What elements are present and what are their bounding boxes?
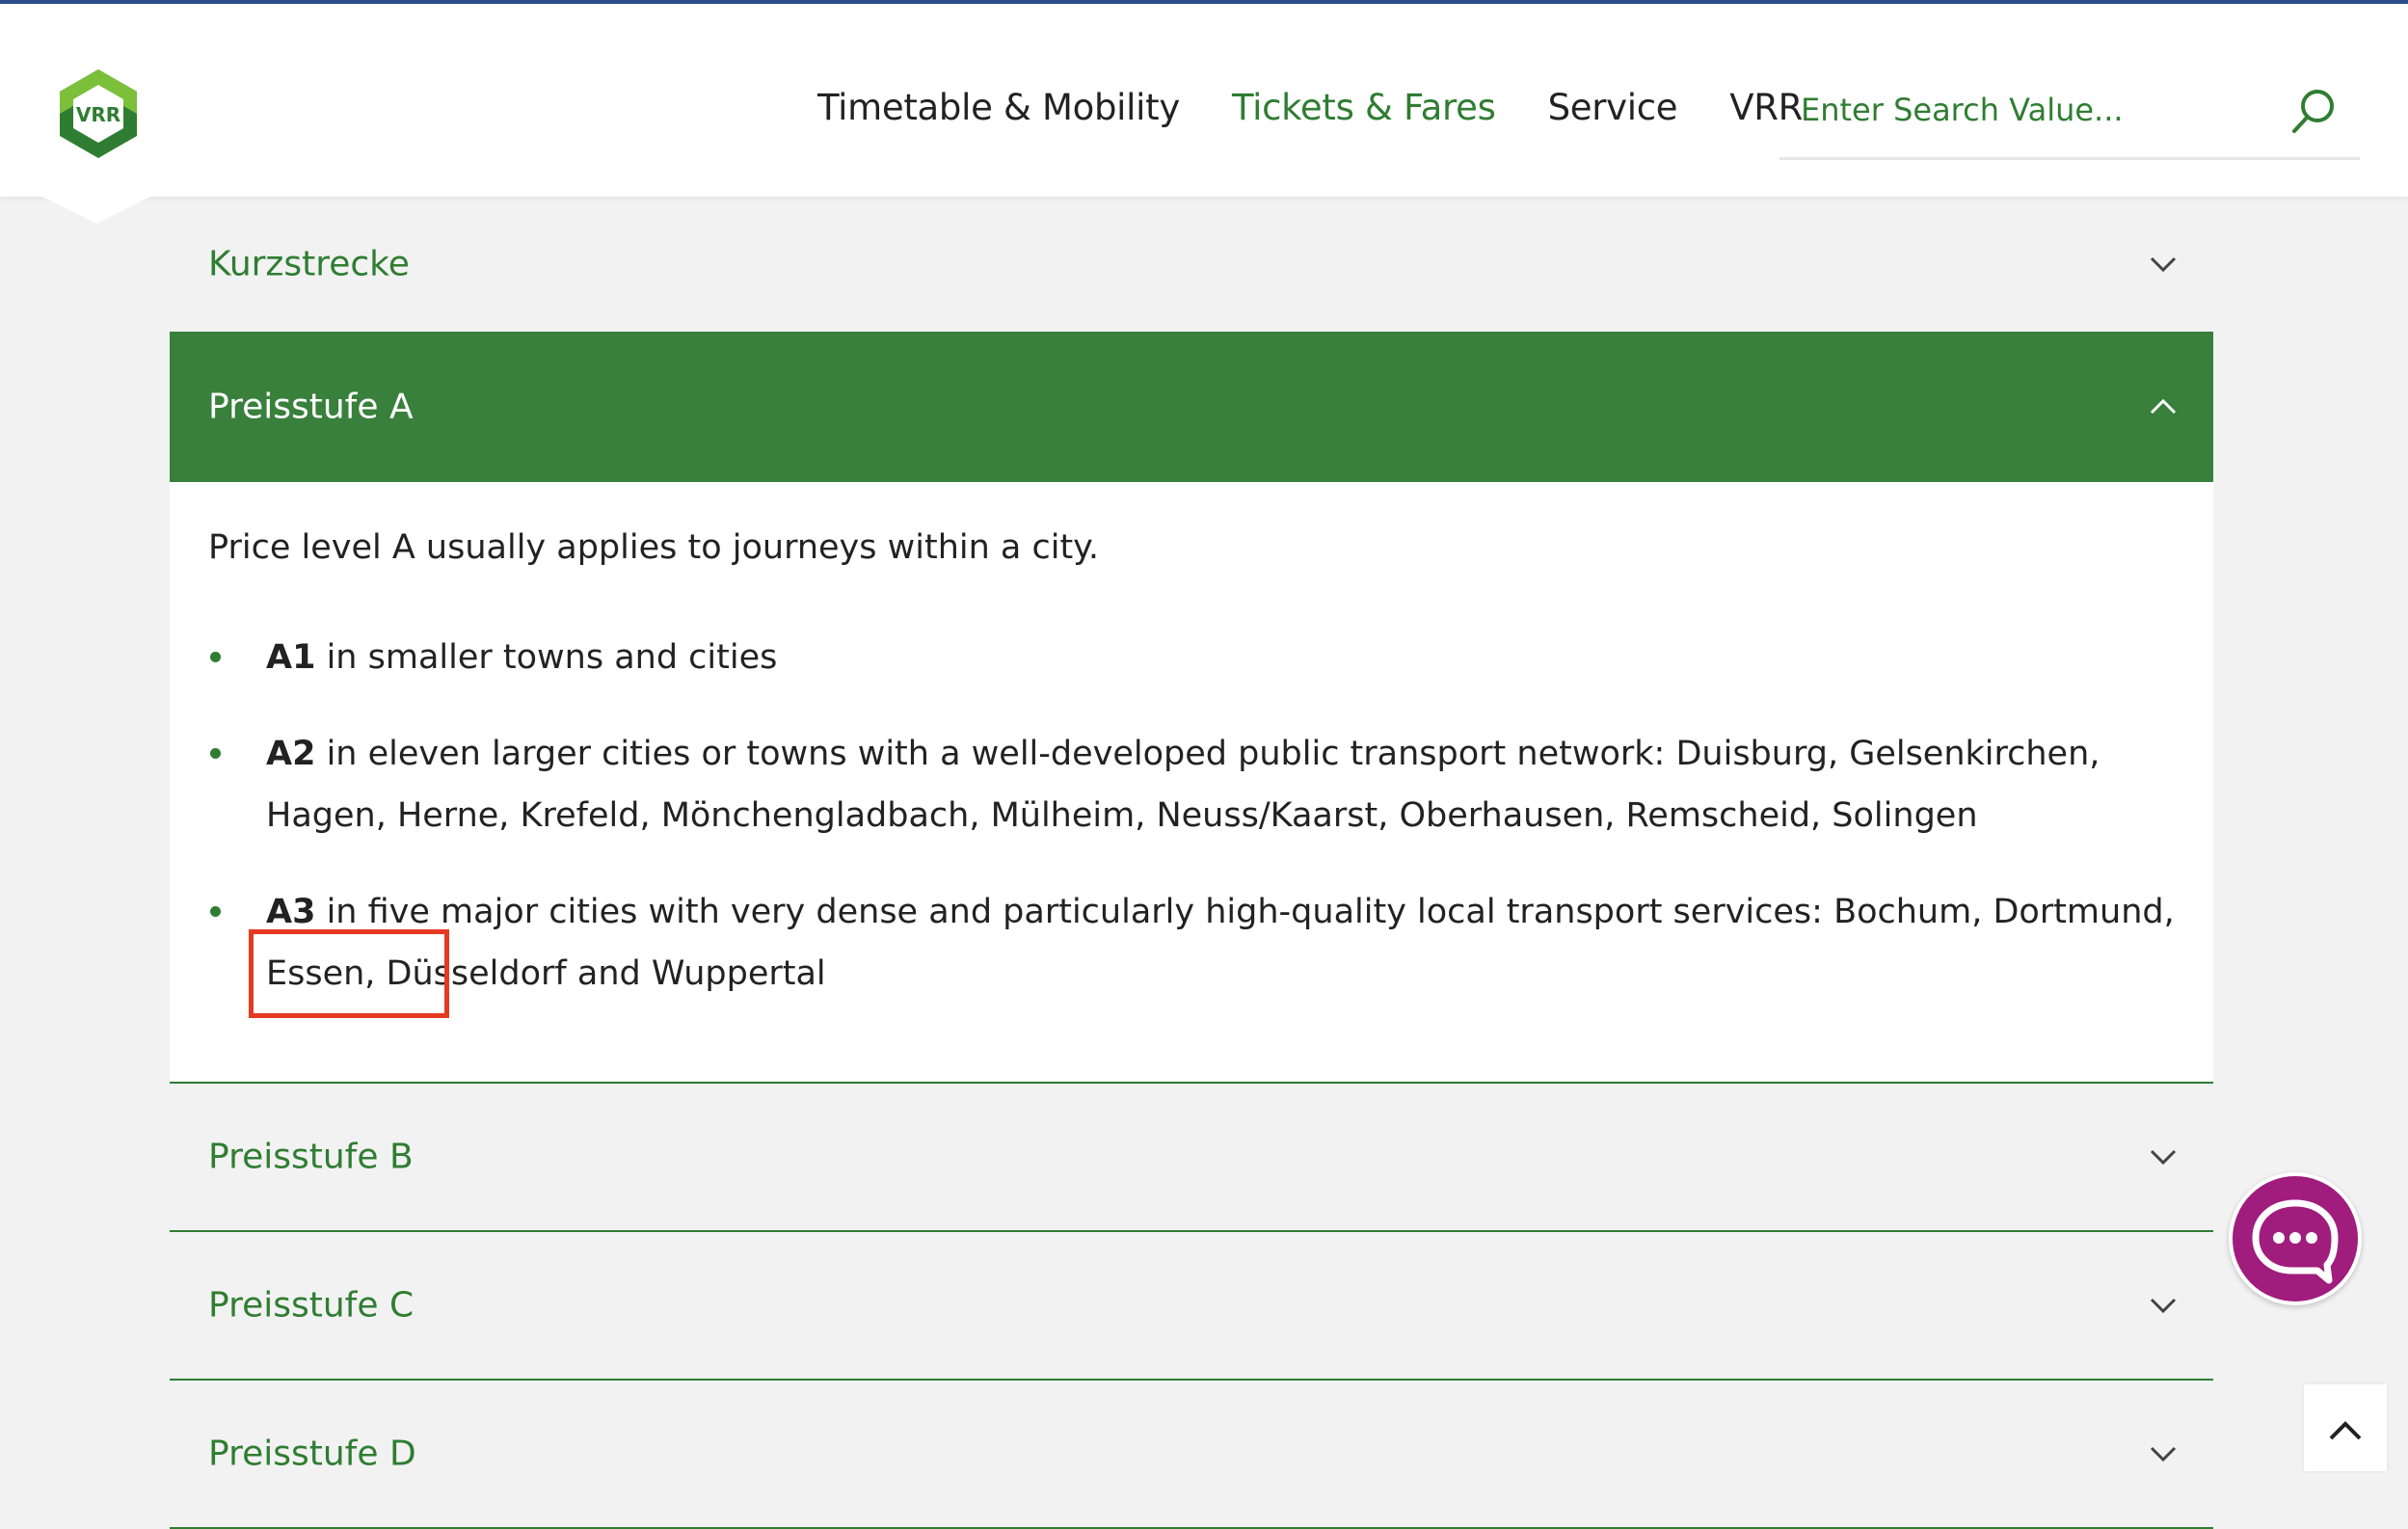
search-input[interactable] bbox=[1801, 87, 2263, 133]
chevron-down-icon bbox=[2150, 1149, 2177, 1166]
bullet-dot bbox=[210, 652, 221, 662]
accordion-preisstufe-d[interactable]: Preisstufe D bbox=[170, 1381, 2213, 1529]
chat-button[interactable] bbox=[2229, 1172, 2362, 1305]
price-level-list: A1 in smaller towns and cities A2 in ele… bbox=[208, 627, 2175, 1039]
accordion-title: Preisstufe C bbox=[208, 1285, 415, 1326]
bullet-dot bbox=[210, 748, 221, 759]
list-item: A3 in five major cities with very dense … bbox=[208, 881, 2175, 1005]
level-description: in five major cities with very dense and… bbox=[266, 893, 2175, 993]
list-item: A2 in eleven larger cities or towns with… bbox=[208, 723, 2175, 846]
accordion-preisstufe-a[interactable]: Preisstufe A bbox=[170, 332, 2213, 482]
chevron-down-icon bbox=[2150, 1298, 2177, 1314]
back-to-top-button[interactable] bbox=[2304, 1384, 2387, 1471]
chevron-up-icon bbox=[2150, 398, 2177, 415]
main-nav: Timetable & Mobility Tickets & Fares Ser… bbox=[817, 87, 1803, 128]
search-bar bbox=[1779, 71, 2360, 160]
list-item: A1 in smaller towns and cities bbox=[208, 627, 2175, 688]
accordion-preisstufe-c[interactable]: Preisstufe C bbox=[170, 1232, 2213, 1381]
vrr-logo[interactable]: VRR bbox=[54, 66, 143, 162]
search-icon[interactable] bbox=[2287, 85, 2341, 139]
accordion-panel-preisstufe-a: Price level A usually applies to journey… bbox=[170, 482, 2213, 1084]
logo-notch bbox=[35, 193, 158, 224]
level-code: A1 bbox=[266, 638, 316, 677]
bullet-dot bbox=[210, 906, 221, 917]
accordion-kurzstrecke[interactable]: Kurzstrecke bbox=[170, 197, 2213, 332]
svg-text:VRR: VRR bbox=[76, 103, 120, 126]
accordion-title: Kurzstrecke bbox=[208, 244, 410, 284]
accordion-title: Preisstufe B bbox=[208, 1137, 414, 1177]
level-code: A2 bbox=[266, 735, 316, 773]
nav-timetable-mobility[interactable]: Timetable & Mobility bbox=[817, 87, 1180, 128]
accordion-title: Preisstufe D bbox=[208, 1434, 416, 1474]
chat-bubble-icon bbox=[2252, 1199, 2339, 1284]
price-level-intro: Price level A usually applies to journey… bbox=[208, 528, 1100, 567]
site-header: VRR Timetable & Mobility Tickets & Fares… bbox=[0, 4, 2408, 197]
highlight-annotation bbox=[249, 929, 449, 1018]
chevron-down-icon bbox=[2150, 256, 2177, 273]
level-description: in eleven larger cities or towns with a … bbox=[266, 735, 2100, 835]
accordion-title: Preisstufe A bbox=[208, 387, 414, 427]
level-description: in smaller towns and cities bbox=[315, 638, 778, 677]
accordion-preisstufe-b[interactable]: Preisstufe B bbox=[170, 1084, 2213, 1232]
chevron-down-icon bbox=[2150, 1446, 2177, 1462]
nav-service[interactable]: Service bbox=[1548, 87, 1678, 128]
chevron-up-icon bbox=[2329, 1421, 2362, 1440]
price-level-accordion: Kurzstrecke Preisstufe A Price level A u… bbox=[170, 197, 2213, 1529]
nav-tickets-fares[interactable]: Tickets & Fares bbox=[1232, 87, 1496, 128]
level-code: A3 bbox=[266, 893, 316, 931]
